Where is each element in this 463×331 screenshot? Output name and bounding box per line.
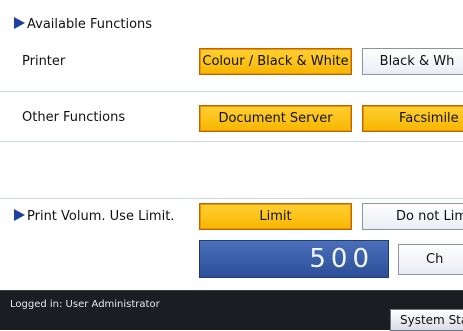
limit-button[interactable]: Limit — [199, 203, 352, 230]
divider — [0, 91, 463, 92]
triangle-right-icon — [14, 17, 25, 29]
triangle-right-icon — [14, 209, 25, 221]
facsimile-button[interactable]: Facsimile — [362, 105, 463, 132]
divider — [0, 141, 463, 142]
available-functions-heading: Available Functions — [14, 17, 152, 32]
other-functions-label: Other Functions — [22, 110, 126, 125]
volume-limit-value: 500 — [199, 240, 389, 278]
available-functions-label: Available Functions — [27, 17, 153, 32]
print-volume-limit-heading: Print Volum. Use Limit. — [14, 209, 174, 224]
system-status-button[interactable]: System Statu — [390, 309, 463, 331]
settings-panel: Available Functions Printer Colour / Bla… — [0, 0, 463, 290]
status-bar: Logged in: User Administrator System Sta… — [0, 290, 463, 331]
printer-colour-bw-button[interactable]: Colour / Black & White — [199, 48, 352, 75]
printer-black-white-button[interactable]: Black & Wh — [362, 48, 463, 75]
do-not-limit-button[interactable]: Do not Lim — [362, 203, 463, 230]
divider — [0, 198, 463, 199]
logged-in-text: Logged in: User Administrator — [10, 299, 160, 310]
printer-label: Printer — [22, 54, 66, 69]
print-volume-limit-label: Print Volum. Use Limit. — [27, 209, 175, 224]
document-server-button[interactable]: Document Server — [199, 105, 352, 132]
change-button[interactable]: Ch — [398, 244, 463, 275]
